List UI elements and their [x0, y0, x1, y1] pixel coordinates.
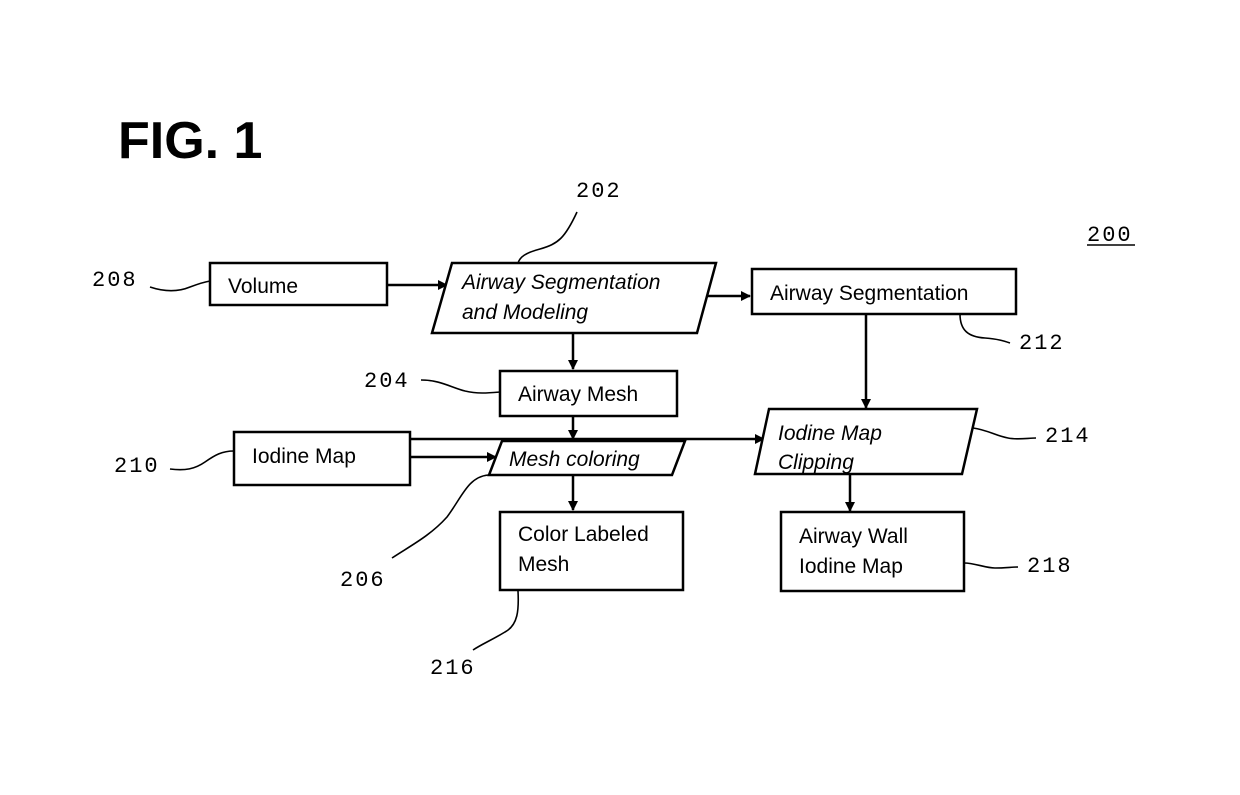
node-airway-mesh-label: Airway Mesh: [518, 383, 638, 406]
node-color-labeled-mesh: Color Labeled Mesh: [498, 510, 685, 592]
node-iodine-map-clipping-label-line2: Clipping: [778, 451, 854, 474]
node-airway-wall-iodine-map-label-line1: Airway Wall: [799, 525, 908, 548]
node-airway-wall-iodine-map: Airway Wall Iodine Map: [779, 510, 966, 593]
node-iodine-map-label: Iodine Map: [252, 445, 356, 468]
ref-212: 212: [1019, 331, 1065, 356]
ref-208: 208: [92, 268, 138, 293]
node-mesh-coloring-label: Mesh coloring: [509, 448, 640, 471]
flow-diagram: FIG. 1 200 Volume Airway Segmentation an…: [92, 112, 1135, 681]
node-airway-wall-iodine-map-label-line2: Iodine Map: [799, 555, 903, 578]
node-volume-label: Volume: [228, 275, 298, 298]
leader-206: [391, 474, 489, 559]
node-iodine-map: Iodine Map: [232, 430, 412, 487]
leader-212: [959, 313, 1011, 344]
leader-204: [420, 379, 501, 394]
ref-206: 206: [340, 568, 386, 593]
ref-210: 210: [114, 454, 160, 479]
leader-218: [963, 562, 1019, 569]
node-airway-wall-iodine-map-shape: [779, 510, 966, 593]
leader-210: [169, 450, 235, 471]
node-segmentation-modeling-label-line1: Airway Segmentation: [460, 271, 660, 294]
ref-214: 214: [1045, 424, 1091, 449]
ref-218: 218: [1027, 554, 1073, 579]
leader-214: [972, 427, 1037, 440]
node-airway-segmentation: Airway Segmentation: [750, 267, 1018, 316]
node-iodine-map-clipping: Iodine Map Clipping: [753, 407, 979, 476]
node-segmentation-modeling: Airway Segmentation and Modeling: [430, 261, 718, 335]
leader-208: [149, 280, 211, 292]
node-airway-segmentation-label: Airway Segmentation: [770, 282, 968, 305]
figure-title: FIG. 1: [118, 112, 262, 170]
node-color-labeled-mesh-label-line1: Color Labeled: [518, 523, 649, 546]
node-airway-mesh: Airway Mesh: [498, 369, 679, 418]
ref-216: 216: [430, 656, 476, 681]
node-color-labeled-mesh-label-line2: Mesh: [518, 553, 569, 576]
leader-216: [472, 590, 520, 651]
ref-204: 204: [364, 369, 410, 394]
node-iodine-map-clipping-label-line1: Iodine Map: [778, 422, 882, 445]
node-mesh-coloring: Mesh coloring: [487, 439, 687, 477]
node-segmentation-modeling-label-line2: and Modeling: [462, 301, 588, 324]
ref-202: 202: [576, 179, 622, 204]
leader-202: [517, 211, 578, 264]
node-volume: Volume: [208, 261, 389, 307]
